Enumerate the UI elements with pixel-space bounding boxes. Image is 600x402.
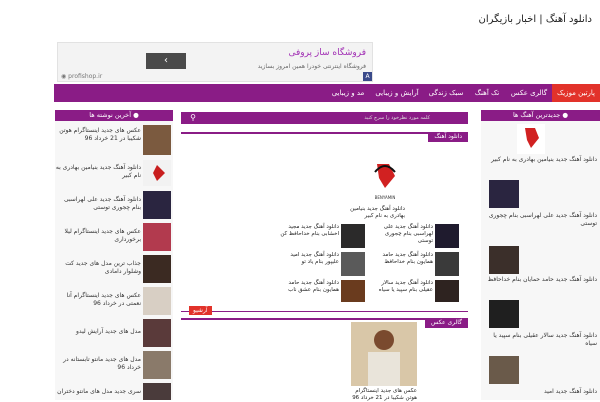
song-thumbnail[interactable] bbox=[435, 280, 459, 302]
person-photo-icon bbox=[351, 322, 417, 386]
latest-posts-sidebar: ● آخرین نوشته ها عکس های جدید اینستاگرام… bbox=[55, 110, 173, 400]
song-thumbnail[interactable] bbox=[341, 280, 365, 302]
newest-songs-header: ● جدیدترین آهنگ ها bbox=[481, 110, 600, 121]
newest-songs-sidebar: ● جدیدترین آهنگ ها دانلود آهنگ جدید بنیا… bbox=[481, 110, 600, 400]
nav-item-lifestyle[interactable]: سبک زندگی bbox=[424, 84, 468, 102]
nav-item-makeup-beauty[interactable]: آرایش و زیبایی bbox=[370, 84, 424, 102]
song-thumbnail[interactable] bbox=[489, 356, 519, 384]
featured-thumbnail[interactable]: BENYAMIN bbox=[365, 158, 405, 202]
post-link[interactable]: دانلود آهنگ جدید علی لهراسبی بنام چجوری … bbox=[55, 196, 141, 212]
song-thumbnail[interactable] bbox=[435, 224, 459, 248]
song-link[interactable]: دانلود آهنگ جدید امید bbox=[485, 388, 597, 396]
search-input[interactable]: کلمه مورد نظرخود را سرچ کنید bbox=[230, 114, 430, 122]
post-link[interactable]: دانلود آهنگ جدید بنیامین بهادری به نام ک… bbox=[55, 164, 141, 180]
song-thumbnail[interactable] bbox=[341, 224, 365, 248]
song-thumbnail[interactable] bbox=[435, 252, 459, 276]
post-thumbnail[interactable] bbox=[143, 160, 171, 186]
ad-arrow-button[interactable]: ‹ bbox=[146, 53, 186, 69]
song-link[interactable]: دانلود آهنگ جدید امید علیپور بنام یاد تو bbox=[277, 252, 339, 266]
post-link[interactable]: جذاب ترین مدل های جدید کت وشلوار دامادی bbox=[55, 260, 141, 276]
nav-item-single-track[interactable]: تک آهنگ bbox=[468, 84, 506, 102]
logo-caption: BENYAMIN bbox=[374, 195, 396, 200]
ad-subtitle: فروشگاه اینترنتی خودرا همین امروز بسازید bbox=[257, 63, 366, 70]
post-link[interactable]: عکس های جدید اینستاگرام لیلا برخورداری bbox=[55, 228, 141, 244]
post-thumbnail[interactable] bbox=[143, 125, 171, 155]
chevron-left-icon: ‹ bbox=[164, 55, 168, 66]
song-link[interactable]: دانلود آهنگ جدید حامد حمایان بنام خداحاف… bbox=[485, 276, 597, 284]
ad-banner[interactable]: فروشگاه ساز پروفی فروشگاه اینترنتی خودرا… bbox=[57, 42, 373, 82]
post-thumbnail[interactable] bbox=[143, 319, 171, 347]
song-link[interactable]: دانلود آهنگ جدید بنیامین بهادری به نام ک… bbox=[485, 156, 597, 164]
post-thumbnail[interactable] bbox=[143, 223, 171, 251]
search-bar: کلمه مورد نظرخود را سرچ کنید ⚲ bbox=[181, 112, 468, 124]
post-link[interactable]: عکس های جدید اینستاگرام آنا نعمتی در خرد… bbox=[55, 292, 141, 308]
nav-item-partin-music[interactable]: پارتین موزیک bbox=[552, 84, 600, 102]
rss-icon: ● bbox=[562, 111, 569, 119]
song-thumbnail[interactable] bbox=[489, 300, 519, 328]
song-thumbnail[interactable] bbox=[517, 124, 545, 154]
song-link[interactable]: دانلود آهنگ جدید علی لهراسبی بنام چجوری … bbox=[485, 212, 597, 228]
featured-title[interactable]: دانلود آهنگ جدید بنیامین بهادری به نام ک… bbox=[347, 206, 405, 220]
gallery-section: گالری عکس عکس های جدید اینستاگرام هوتن ش… bbox=[181, 318, 468, 402]
song-link[interactable]: دانلود آهنگ جدید سالار عقیلی بنام سپید ی… bbox=[485, 332, 597, 348]
post-thumbnail[interactable] bbox=[143, 287, 171, 315]
post-thumbnail[interactable] bbox=[143, 351, 171, 379]
benyamin-logo-icon bbox=[153, 165, 165, 181]
post-link[interactable]: مدل های جدید آرایش لیدو bbox=[55, 328, 141, 336]
post-thumbnail[interactable] bbox=[143, 383, 171, 400]
nav-item-photo-gallery[interactable]: گالری عکس bbox=[506, 84, 552, 102]
song-thumbnail[interactable] bbox=[489, 246, 519, 274]
song-link[interactable]: دانلود آهنگ جدید مجید اخشابی بنام خداحاف… bbox=[277, 224, 339, 238]
song-link[interactable]: دانلود آهنگ جدید حامد همایون بنام خداحاف… bbox=[377, 252, 434, 266]
post-thumbnail[interactable] bbox=[143, 191, 171, 219]
ad-choices-icon[interactable]: A bbox=[363, 72, 372, 81]
section-tag-music[interactable]: دانلود آهنگ bbox=[428, 132, 468, 142]
archive-button[interactable]: آرشیو bbox=[189, 306, 212, 315]
gallery-thumbnail[interactable] bbox=[351, 322, 417, 386]
song-link[interactable]: دانلود آهنگ جدید علی لهراسبی بنام چجوری … bbox=[377, 224, 433, 245]
song-thumbnail[interactable] bbox=[489, 180, 519, 208]
main-navigation: پارتین موزیک گالری عکس تک آهنگ سبک زندگی… bbox=[54, 84, 600, 102]
song-link[interactable]: دانلود آهنگ جدید سالار عقیلی بنام سپید ی… bbox=[377, 280, 433, 294]
search-icon[interactable]: ⚲ bbox=[188, 113, 198, 123]
section-tag-gallery[interactable]: گالری عکس bbox=[425, 318, 468, 328]
post-link[interactable]: مدل های جدید مانتو تابستانه در خرداد 96 bbox=[55, 356, 141, 372]
song-thumbnail[interactable] bbox=[341, 252, 365, 276]
post-link[interactable]: سری جدید مدل های مانتو دختران bbox=[55, 388, 141, 396]
nav-item-fashion-beauty[interactable]: مد و زیبایی bbox=[326, 84, 370, 102]
ad-title[interactable]: فروشگاه ساز پروفی bbox=[288, 48, 366, 58]
benyamin-logo-icon bbox=[525, 128, 539, 148]
post-thumbnail[interactable] bbox=[143, 255, 171, 283]
rss-icon: ● bbox=[133, 111, 139, 119]
music-section: دانلود آهنگ BENYAMIN دانلود آهنگ جدید بن… bbox=[181, 132, 468, 304]
post-link[interactable]: عکس های جدید اینستاگرام هوتن شکیبا در 21… bbox=[55, 127, 141, 143]
site-title[interactable]: دانلود آهنگ | اخبار بازیگران bbox=[478, 14, 592, 25]
archive-divider bbox=[181, 311, 468, 312]
latest-posts-header: ● آخرین نوشته ها bbox=[55, 110, 173, 121]
globe-icon: ◉ bbox=[61, 73, 67, 80]
ad-domain: ◉ profishop.ir bbox=[61, 73, 103, 80]
song-link[interactable]: دانلود آهنگ جدید حامد همایون بنام عشق نا… bbox=[277, 280, 339, 294]
